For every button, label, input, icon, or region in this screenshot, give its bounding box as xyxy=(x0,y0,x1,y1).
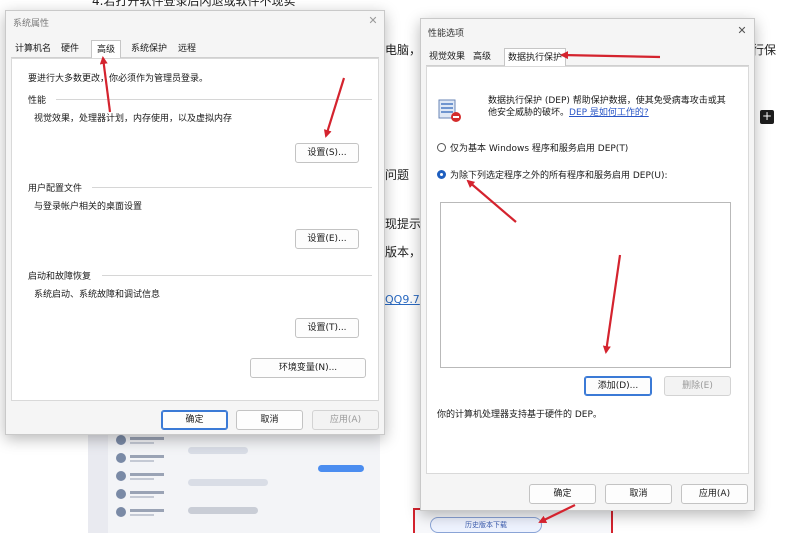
dep-description: 他安全威胁的破坏。DEP 是如何工作的? xyxy=(488,108,649,118)
article-fragment: 行保 xyxy=(752,43,777,57)
tab-advanced[interactable]: 高级 xyxy=(470,50,494,65)
tab-remote[interactable]: 远程 xyxy=(173,42,201,57)
dialog-title: 性能选项 xyxy=(428,29,465,39)
remove-button[interactable]: 删除(E) xyxy=(664,376,731,396)
user-profiles-settings-button[interactable]: 设置(E)... xyxy=(295,229,359,249)
tab-computer-name[interactable]: 计算机名 xyxy=(13,42,53,57)
admin-note: 要进行大多数更改，你必须作为管理员登录。 xyxy=(28,74,209,84)
tab-advanced[interactable]: 高级 xyxy=(91,40,121,59)
article-link[interactable]: QQ9.7 xyxy=(385,293,420,306)
article-fragment: 问题 xyxy=(385,168,410,182)
tab-strip: 计算机名 硬件 高级 系统保护 远程 xyxy=(11,40,379,59)
screenshot-root: 4.若打开软件登录后闪退或软件不现实 电脑， 行保 问题 现提示 版本， QQ9… xyxy=(0,0,800,533)
option-essential-only[interactable]: 仅为基本 Windows 程序和服务启用 DEP(T) xyxy=(450,141,628,154)
plus-icon[interactable]: + xyxy=(760,110,774,124)
article-fragment: 电脑， xyxy=(385,43,422,57)
environment-variables-button[interactable]: 环境变量(N)... xyxy=(250,358,366,378)
article-fragment: 版本， xyxy=(385,245,422,259)
performance-description: 视觉效果，处理器计划，内存使用，以及虚拟内存 xyxy=(34,114,233,124)
background-app-screenshot xyxy=(88,425,380,533)
article-fragment: 现提示 xyxy=(385,217,422,231)
dep-exception-list[interactable] xyxy=(440,202,731,368)
article-heading: 4.若打开软件登录后闪退或软件不现实 xyxy=(92,0,296,8)
dep-tab-panel: 数据执行保护 (DEP) 帮助保护数据，使其免受病毒攻击或其 他安全威胁的破坏。… xyxy=(426,66,749,474)
tab-visual-effects[interactable]: 视觉效果 xyxy=(427,50,467,65)
dialog-title: 系统属性 xyxy=(13,19,50,29)
hardware-dep-note: 你的计算机处理器支持基于硬件的 DEP。 xyxy=(437,410,602,420)
tab-strip: 视觉效果 高级 数据执行保护 xyxy=(426,48,749,67)
ok-button[interactable]: 确定 xyxy=(161,410,228,430)
option-all-except-selected[interactable]: 为除下列选定程序之外的所有程序和服务启用 DEP(U): xyxy=(450,168,668,181)
shield-dep-icon xyxy=(437,97,463,123)
advanced-tab-panel: 要进行大多数更改，你必须作为管理员登录。 性能 视觉效果，处理器计划，内存使用，… xyxy=(11,58,379,401)
user-profiles-description: 与登录帐户相关的桌面设置 xyxy=(34,202,143,212)
performance-options-dialog: 性能选项 ✕ 视觉效果 高级 数据执行保护 数据执行保护 (DEP) 帮助保护数… xyxy=(420,18,755,511)
tab-system-protection[interactable]: 系统保护 xyxy=(127,42,171,57)
apply-button[interactable]: 应用(A) xyxy=(312,410,379,430)
close-icon[interactable]: ✕ xyxy=(735,24,749,37)
apply-button[interactable]: 应用(A) xyxy=(681,484,748,504)
tab-dep[interactable]: 数据执行保护 xyxy=(504,48,566,67)
cancel-button[interactable]: 取消 xyxy=(236,410,303,430)
radio-icon[interactable] xyxy=(437,143,446,152)
radio-icon[interactable] xyxy=(437,170,446,179)
startup-recovery-description: 系统启动、系统故障和调试信息 xyxy=(34,290,161,300)
performance-settings-button[interactable]: 设置(S)... xyxy=(295,143,359,163)
ok-button[interactable]: 确定 xyxy=(529,484,596,504)
user-profiles-label: 用户配置文件 xyxy=(28,184,83,194)
history-download-button[interactable]: 历史版本下载 xyxy=(430,517,542,533)
system-properties-dialog: 系统属性 ✕ 计算机名 硬件 高级 系统保护 远程 要进行大多数更改，你必须作为… xyxy=(5,10,385,435)
cancel-button[interactable]: 取消 xyxy=(605,484,672,504)
close-icon[interactable]: ✕ xyxy=(366,14,380,27)
dep-help-link[interactable]: DEP 是如何工作的? xyxy=(569,108,649,118)
tab-hardware[interactable]: 硬件 xyxy=(56,42,84,57)
add-button[interactable]: 添加(D)... xyxy=(584,376,652,396)
startup-recovery-settings-button[interactable]: 设置(T)... xyxy=(295,318,359,338)
performance-label: 性能 xyxy=(28,96,47,106)
startup-recovery-label: 启动和故障恢复 xyxy=(28,272,92,282)
